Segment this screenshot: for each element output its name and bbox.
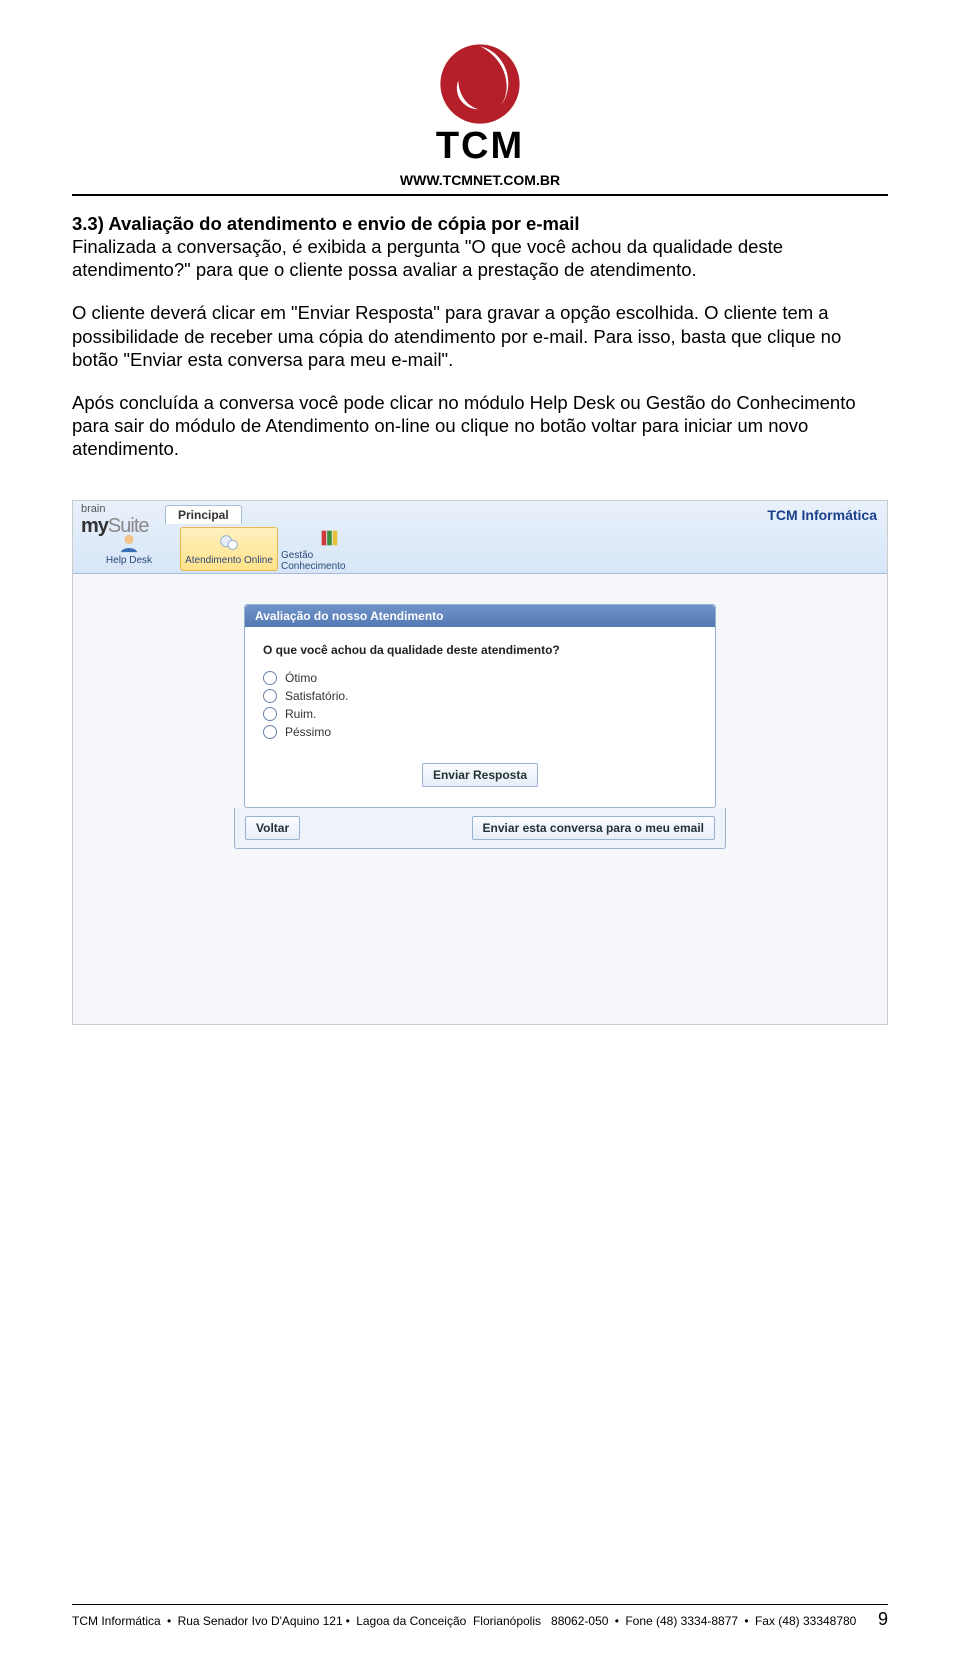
dialog-bottom-bar: Voltar Enviar esta conversa para o meu e… [234,808,726,849]
ribbon-help-desk[interactable]: Help Desk [80,527,178,571]
paragraph-3: Após concluída a conversa você pode clic… [72,391,888,460]
tab-principal[interactable]: Principal [165,505,242,524]
radio-icon [263,725,277,739]
page-footer: TCM Informática • Rua Senador Ivo D'Aqui… [72,1604,888,1630]
footer-city: Florianópolis [473,1614,541,1628]
option-satisfatorio[interactable]: Satisfatório. [263,689,697,703]
footer-district: Lagoa da Conceição [356,1614,466,1628]
footer-address: Rua Senador Ivo D'Aquino 121 [178,1614,343,1628]
enviar-conversa-email-button[interactable]: Enviar esta conversa para o meu email [472,816,715,840]
option-pessimo[interactable]: Péssimo [263,725,697,739]
ribbon-gestao-conhecimento[interactable]: Gestão Conhecimento [280,527,378,571]
footer-zip: 88062-050 [551,1614,608,1628]
option-label: Satisfatório. [285,689,348,703]
tcm-logo-mark-icon [435,39,525,129]
option-label: Ruim. [285,707,316,721]
radio-icon [263,707,277,721]
section-heading: 3.3) Avaliação do atendimento e envio de… [72,213,580,234]
chat-bubbles-icon [218,532,240,554]
footer-fax: Fax (48) 33348780 [755,1614,856,1628]
tcm-logo: TCM [425,28,535,168]
evaluation-question: O que você achou da qualidade deste aten… [263,643,697,657]
header-divider [72,194,888,196]
evaluation-dialog: Avaliação do nosso Atendimento O que voc… [244,604,716,808]
dialog-title: Avaliação do nosso Atendimento [245,605,715,627]
help-desk-icon [118,532,140,554]
radio-icon [263,689,277,703]
tcm-logo-text: TCM [436,125,524,168]
enviar-resposta-button[interactable]: Enviar Resposta [422,763,538,787]
page-number: 9 [878,1609,888,1630]
books-icon [318,527,340,549]
header-url: WWW.TCMNET.COM.BR [400,172,560,188]
voltar-button[interactable]: Voltar [245,816,300,840]
brand-tcm-right: TCM Informática [767,507,877,523]
option-otimo[interactable]: Ótimo [263,671,697,685]
radio-icon [263,671,277,685]
option-label: Ótimo [285,671,317,685]
ribbon-atendimento-online[interactable]: Atendimento Online [180,527,278,571]
option-ruim[interactable]: Ruim. [263,707,697,721]
option-label: Péssimo [285,725,331,739]
ribbon-label: Gestão Conhecimento [281,550,377,572]
footer-company: TCM Informática [72,1614,161,1628]
ribbon-label: Help Desk [106,555,152,566]
ribbon-label: Atendimento Online [185,555,273,566]
footer-phone: Fone (48) 3334-8877 [625,1614,738,1628]
brand-small: brain [81,503,105,515]
paragraph-2: O cliente deverá clicar em "Enviar Respo… [72,301,888,370]
app-screenshot: brain mySuite Principal TCM Informática … [72,500,888,1025]
footer-divider [72,1604,888,1605]
paragraph-1: Finalizada a conversação, é exibida a pe… [72,236,783,280]
